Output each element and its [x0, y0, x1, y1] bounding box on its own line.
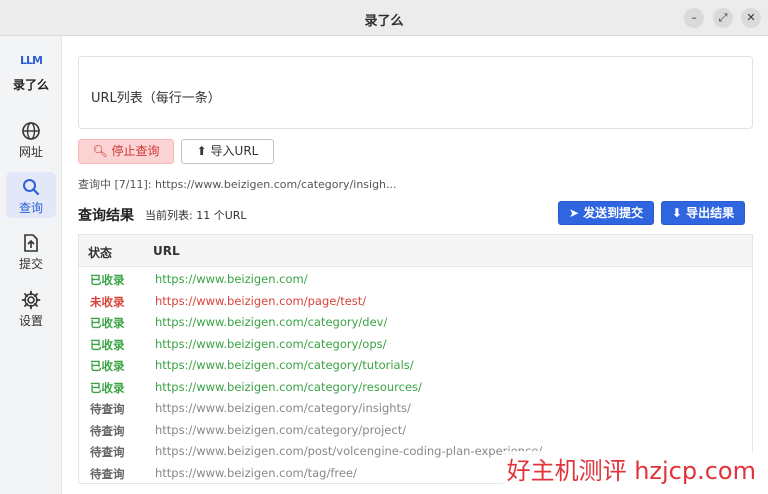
maximize-button[interactable]: ⤢ [713, 8, 733, 28]
row-url: https://www.beizigen.com/category/projec… [155, 422, 407, 437]
row-status: 已收录 [90, 380, 125, 395]
column-header-url: URL [153, 244, 180, 258]
main-panel: URL列表（每行一条） 🔍︎ 停止查询 ⬆︎ 导入URL 查询中 [7/11]:… [62, 36, 768, 494]
row-url: https://www.beizigen.com/category/dev/ [155, 315, 388, 329]
row-status: 待查询 [90, 423, 125, 438]
download-icon: ⬇︎ [671, 206, 682, 220]
gear-icon [21, 290, 41, 310]
app-logo: LLM [20, 54, 43, 67]
table-row[interactable]: 已收录 https://www.beizigen.com/category/tut… [79, 355, 752, 377]
row-status: 待查询 [90, 445, 125, 459]
row-status: 待查询 [90, 466, 125, 481]
row-status: 已收录 [90, 337, 125, 352]
sidebar-item-urls[interactable]: 网址 [6, 116, 56, 162]
table-row[interactable]: 已收录 https://www.beizigen.com/category/dev… [79, 312, 752, 334]
minimize-button[interactable]: – [684, 8, 704, 28]
sidebar-item-query[interactable]: 查询 [6, 172, 56, 218]
row-url: https://www.beizigen.com/post/volcengine… [155, 444, 543, 458]
row-url: https://www.beizigen.com/page/test/ [155, 293, 367, 308]
table-row[interactable]: 已收录 https://www.beizigen.com/ [79, 269, 752, 291]
table-row[interactable]: 待查询 https://www.beizigen.com/category/pro… [79, 420, 752, 442]
sidebar-item-submit[interactable]: 提交 [6, 228, 56, 274]
table-row[interactable]: 已收录 https://www.beizigen.com/category/res… [79, 377, 752, 399]
import-url-button[interactable]: ⬆︎ 导入URL [181, 139, 274, 164]
current-list-count: 当前列表: 11 个URL [145, 209, 247, 222]
send-to-submit-label: 发送到提交 [583, 206, 644, 220]
stop-query-label: 停止查询 [111, 144, 160, 158]
watermark: 好主机测评 hzjcp.com [502, 451, 760, 486]
window-title: 录了么 [364, 14, 404, 29]
table-row[interactable]: 待查询 https://www.beizigen.com/category/ins… [79, 398, 752, 420]
row-status: 已收录 [90, 359, 125, 373]
row-url: https://www.beizigen.com/category/insigh… [155, 401, 411, 415]
row-status: 未收录 [90, 294, 125, 309]
close-button[interactable]: ✕ [741, 8, 761, 28]
sidebar-item-settings[interactable]: 设置 [6, 285, 56, 331]
table-row[interactable]: 未收录 https://www.beizigen.com/page/test/ [79, 291, 752, 313]
query-status: 查询中 [7/11]: https://www.beizigen.com/cat… [78, 178, 397, 191]
row-url: https://www.beizigen.com/ [155, 272, 308, 286]
url-list-placeholder: URL列表（每行一条） [91, 91, 221, 106]
export-results-button[interactable]: ⬇︎ 导出结果 [661, 201, 745, 225]
sidebar: LLM 录了么 网址 查询 提交 设置 [0, 36, 62, 494]
search-icon: 🔍︎ [92, 144, 108, 158]
row-url: https://www.beizigen.com/tag/free/ [155, 465, 357, 480]
row-url: https://www.beizigen.com/category/ops/ [155, 336, 387, 351]
table-row[interactable]: 已收录 https://www.beizigen.com/category/ops… [79, 334, 752, 356]
send-icon: ➤ [568, 206, 579, 220]
globe-icon [22, 122, 40, 140]
search-icon [23, 179, 40, 196]
table-header: 状态 URL [79, 235, 752, 267]
sidebar-item-label: 查询 [18, 201, 43, 215]
import-url-label: 导入URL [210, 144, 259, 158]
app-name: 录了么 [12, 78, 49, 92]
sidebar-item-label: 提交 [18, 257, 43, 271]
row-status: 待查询 [90, 402, 125, 416]
url-list-input[interactable]: URL列表（每行一条） [78, 56, 753, 129]
row-url: https://www.beizigen.com/category/tutori… [155, 358, 414, 372]
upload-icon [24, 234, 38, 252]
export-results-label: 导出结果 [686, 206, 735, 220]
column-header-status: 状态 [88, 246, 113, 260]
sidebar-item-label: 网址 [18, 145, 43, 159]
title-bar: 录了么 – ⤢ ✕ [0, 0, 768, 36]
sidebar-item-label: 设置 [18, 314, 43, 328]
upload-icon: ⬆︎ [196, 144, 207, 158]
row-status: 已收录 [90, 316, 125, 330]
results-table: 状态 URL 已收录 https://www.beizigen.com/未收录 ht… [78, 234, 753, 484]
row-status: 已收录 [90, 273, 125, 287]
row-url: https://www.beizigen.com/category/resour… [155, 379, 422, 394]
results-title: 查询结果 [78, 208, 134, 224]
stop-query-button[interactable]: 🔍︎ 停止查询 [78, 139, 174, 164]
send-to-submit-button[interactable]: ➤ 发送到提交 [558, 201, 654, 225]
